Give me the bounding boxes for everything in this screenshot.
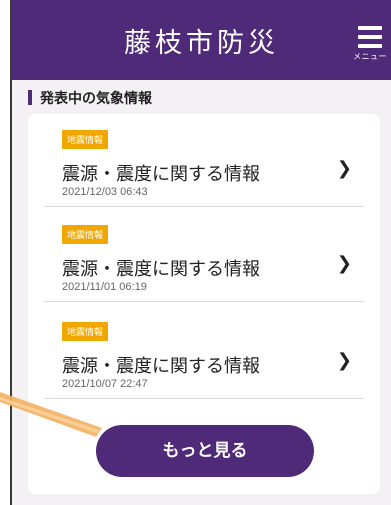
list-item[interactable]: 地震情報 震源・震度に関する情報 2021/10/07 22:47 ❯ <box>44 306 364 399</box>
chevron-right-icon: ❯ <box>336 253 352 274</box>
chevron-right-icon: ❯ <box>336 350 352 371</box>
section-title: 発表中の気象情報 <box>28 88 152 108</box>
app-frame: 藤枝市防災 メニュー 発表中の気象情報 地震情報 震源・震度に関する情報 202… <box>10 0 391 505</box>
item-title: 震源・震度に関する情報 <box>62 356 260 377</box>
chevron-right-icon: ❯ <box>336 158 352 179</box>
app-title: 藤枝市防災 <box>124 28 279 59</box>
weather-info-card: 地震情報 震源・震度に関する情報 2021/12/03 06:43 ❯ 地震情報… <box>28 114 380 494</box>
more-button[interactable]: もっと見る <box>96 425 314 477</box>
menu-button[interactable]: メニュー <box>351 22 389 66</box>
menu-label: メニュー <box>353 52 387 61</box>
list-item[interactable]: 地震情報 震源・震度に関する情報 2021/11/01 06:19 ❯ <box>44 209 364 302</box>
category-badge: 地震情報 <box>62 225 109 244</box>
category-badge: 地震情報 <box>62 130 109 149</box>
app-header: 藤枝市防災 メニュー <box>12 0 391 80</box>
item-date: 2021/10/07 22:47 <box>62 378 148 390</box>
item-date: 2021/12/03 06:43 <box>62 186 148 198</box>
list-item[interactable]: 地震情報 震源・震度に関する情報 2021/12/03 06:43 ❯ <box>44 114 364 207</box>
category-badge: 地震情報 <box>62 322 109 341</box>
item-date: 2021/11/01 06:19 <box>62 281 147 293</box>
hamburger-menu-icon <box>358 26 382 48</box>
item-title: 震源・震度に関する情報 <box>62 259 260 280</box>
item-title: 震源・震度に関する情報 <box>62 164 260 185</box>
